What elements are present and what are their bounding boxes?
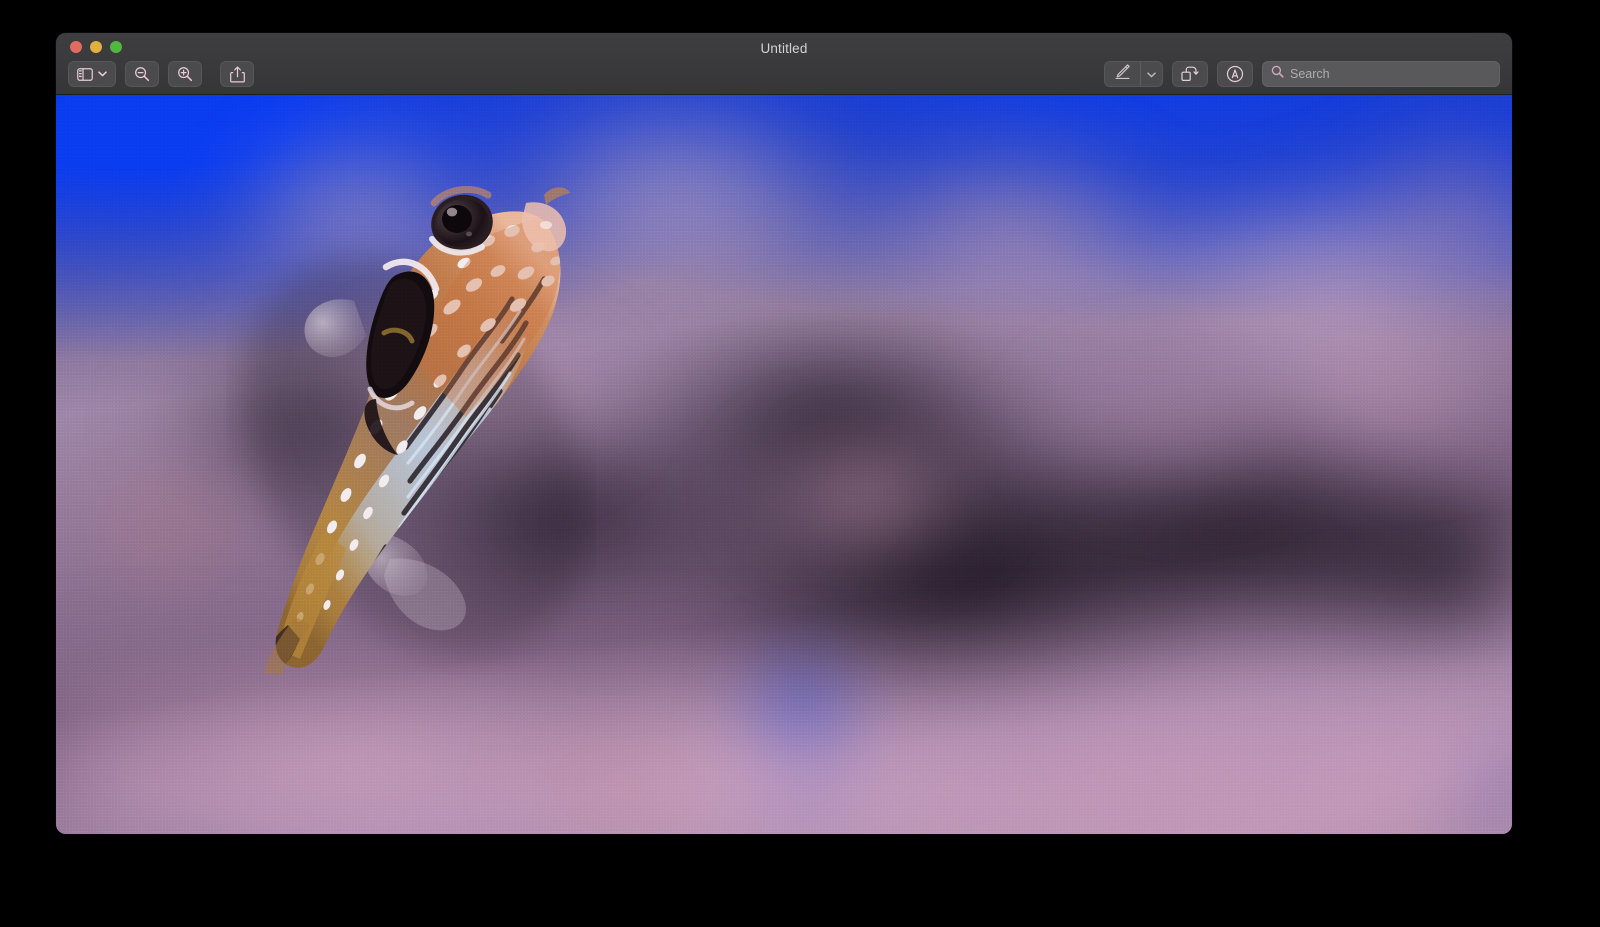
zoom-button[interactable] [110,41,122,53]
minimize-button[interactable] [90,41,102,53]
sidebar-icon [77,68,93,81]
search-icon [1271,65,1284,83]
rotate-icon [1181,66,1199,82]
share-button[interactable] [220,61,254,87]
pufferfish-photograph [56,95,1512,834]
chevron-down-icon [1147,65,1156,83]
search-placeholder: Search [1290,67,1330,81]
preview-window: Untitled [56,33,1512,834]
desktop-background: Untitled [0,0,1600,927]
rotate-button[interactable] [1172,61,1208,87]
traffic-light-group [70,41,122,53]
toolbar-left-group [68,61,254,87]
zoom-in-icon [177,66,193,82]
chevron-down-icon [98,71,107,77]
zoom-out-button[interactable] [125,61,159,87]
sidebar-toggle-button[interactable] [68,61,116,87]
image-canvas[interactable] [56,95,1512,834]
markup-button[interactable] [1105,62,1140,86]
markup-menu-button[interactable] [1140,62,1162,86]
zoom-in-button[interactable] [168,61,202,87]
share-icon [230,66,245,83]
annotate-button[interactable] [1217,61,1253,87]
photo-vignette [56,95,1512,834]
toolbar-right-group: Search [1104,61,1500,87]
annotate-icon [1226,65,1244,83]
window-title: Untitled [56,41,1512,56]
close-button[interactable] [70,41,82,53]
window-titlebar[interactable]: Untitled [56,33,1512,95]
zoom-out-icon [134,66,150,82]
pen-icon [1114,63,1131,85]
markup-toolbar-segment [1104,61,1163,87]
search-field[interactable]: Search [1262,61,1500,87]
